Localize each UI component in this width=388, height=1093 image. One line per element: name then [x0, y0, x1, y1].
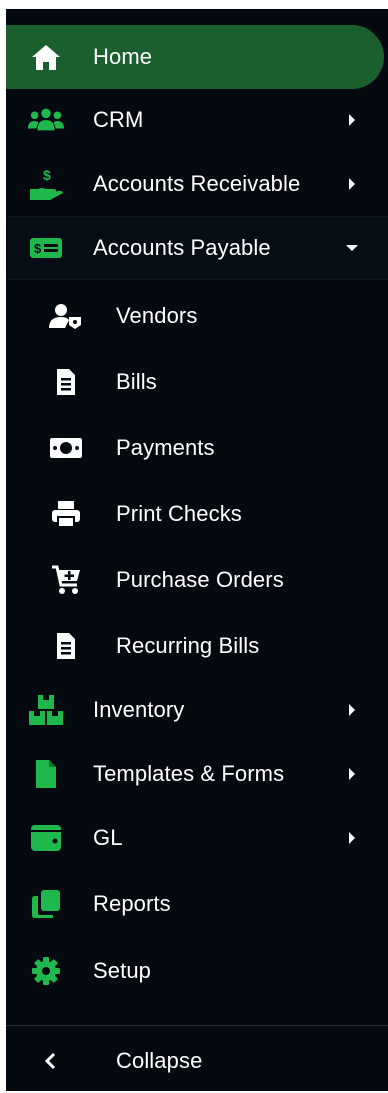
divider: [6, 1025, 388, 1026]
collapse-label: Collapse: [116, 1048, 203, 1073]
submenu-item-label: Payments: [116, 435, 215, 460]
wallet-icon: [28, 820, 64, 856]
submenu-item-vendors[interactable]: Vendors: [6, 284, 388, 348]
cash-icon: [48, 430, 84, 466]
file-icon: [28, 756, 64, 792]
money-bill-icon: $: [28, 230, 64, 266]
caret-right-icon: [345, 177, 359, 191]
sidebar-item-reports[interactable]: Reports: [6, 872, 388, 936]
sidebar-item-label: CRM: [93, 107, 144, 132]
submenu-item-purchase-orders[interactable]: Purchase Orders: [6, 548, 388, 612]
svg-text:$: $: [34, 241, 42, 256]
sidebar-item-label: Inventory: [93, 697, 185, 722]
sidebar-item-label: Home: [93, 44, 153, 69]
sidebar-item-label: Accounts Payable: [93, 235, 271, 260]
sidebar-item-accounts-receivable[interactable]: $ Accounts Receivable: [6, 152, 388, 216]
sidebar-item-label: Reports: [93, 891, 171, 916]
boxes-icon: [28, 692, 64, 728]
submenu-item-label: Purchase Orders: [116, 567, 284, 592]
submenu-item-label: Bills: [116, 369, 157, 394]
gear-icon: [28, 953, 64, 989]
submenu-item-recurring-bills[interactable]: Recurring Bills: [6, 614, 388, 678]
cart-icon: [48, 562, 84, 598]
sidebar-item-label: Templates & Forms: [93, 761, 285, 786]
submenu-item-label: Recurring Bills: [116, 633, 260, 658]
caret-right-icon: [345, 113, 359, 127]
submenu-item-print-checks[interactable]: Print Checks: [6, 482, 388, 546]
sidebar-item-label: Setup: [93, 958, 151, 983]
sidebar-item-inventory[interactable]: Inventory: [6, 678, 388, 742]
printer-icon: [48, 496, 84, 532]
user-tag-icon: [48, 298, 84, 334]
submenu-item-bills[interactable]: Bills: [6, 350, 388, 414]
caret-down-icon: [345, 241, 359, 255]
submenu-item-label: Vendors: [116, 303, 198, 328]
sidebar-item-home[interactable]: Home: [6, 25, 384, 89]
hand-money-icon: $: [28, 166, 64, 202]
submenu-item-payments[interactable]: Payments: [6, 416, 388, 480]
sidebar: Home CRM $ Accounts Receivable $ Account…: [6, 9, 388, 1091]
document-icon: [48, 628, 84, 664]
sidebar-item-crm[interactable]: CRM: [6, 88, 388, 152]
caret-right-icon: [345, 703, 359, 717]
sidebar-item-gl[interactable]: GL: [6, 806, 388, 870]
users-icon: [28, 102, 64, 138]
collapse-button[interactable]: Collapse: [6, 1029, 388, 1093]
submenu-item-label: Print Checks: [116, 501, 242, 526]
document-icon: [48, 364, 84, 400]
chevron-left-icon: [32, 1043, 68, 1079]
svg-text:$: $: [43, 167, 51, 183]
sidebar-item-label: GL: [93, 825, 123, 850]
sidebar-item-setup[interactable]: Setup: [6, 939, 388, 1003]
caret-right-icon: [345, 767, 359, 781]
sidebar-item-accounts-payable[interactable]: $ Accounts Payable: [6, 216, 388, 280]
copy-icon: [28, 886, 64, 922]
caret-right-icon: [345, 831, 359, 845]
home-icon: [28, 39, 64, 75]
sidebar-item-templates-forms[interactable]: Templates & Forms: [6, 742, 388, 806]
sidebar-item-label: Accounts Receivable: [93, 171, 301, 196]
